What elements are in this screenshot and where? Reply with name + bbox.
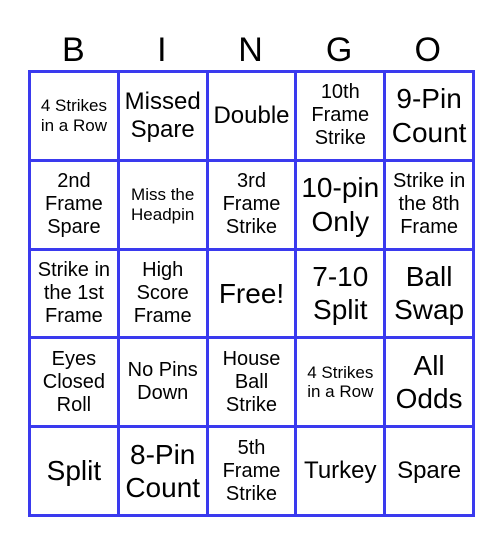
bingo-cell-text: 4 Strikes in a Row — [307, 362, 374, 402]
bingo-cell[interactable]: 2nd Frame Spare — [31, 161, 117, 248]
bingo-cell[interactable]: Split — [31, 428, 117, 514]
bingo-cell[interactable]: Ball Swap — [386, 250, 472, 337]
bingo-cell[interactable]: 3rd Frame Strike — [208, 161, 295, 248]
bingo-cell-text: Free! — [218, 277, 285, 309]
bingo-cell[interactable]: 4 Strikes in a Row — [31, 73, 117, 159]
bingo-cell[interactable]: Eyes Closed Roll — [31, 339, 117, 426]
bingo-cell[interactable]: Strike in the 1st Frame — [31, 250, 117, 337]
bingo-cell-text: Double — [213, 102, 290, 130]
bingo-cell[interactable]: Double — [208, 73, 295, 159]
bingo-cell-text: Strike in the 8th Frame — [392, 170, 466, 239]
bingo-cell-text: Strike in the 1st Frame — [37, 258, 111, 327]
bingo-cell-text: Miss the Headpin — [131, 185, 195, 224]
bingo-card-grid: 4 Strikes in a Row Missed Spare Double 10th… — [28, 70, 475, 517]
bingo-cell[interactable]: Free! — [208, 250, 295, 337]
bingo-cell-text: All Odds — [395, 349, 463, 415]
bingo-cell-text: 5th Frame Strike — [222, 436, 281, 505]
bingo-cell-text: High Score Frame — [133, 258, 192, 327]
bingo-cell[interactable]: Turkey — [297, 428, 384, 514]
bingo-cell[interactable]: 4 Strikes in a Row — [297, 339, 384, 426]
bingo-cell[interactable]: 5th Frame Strike — [208, 428, 295, 514]
bingo-cell-text: Ball Swap — [394, 260, 465, 326]
bingo-cell-text: 7-10 Split — [312, 260, 369, 326]
bingo-cell[interactable]: 9-Pin Count — [386, 73, 472, 159]
bingo-cell[interactable]: Missed Spare — [119, 73, 206, 159]
bingo-cell-text: Eyes Closed Roll — [42, 347, 106, 416]
bingo-cell-text: 10-pin Only — [301, 172, 380, 237]
bingo-cell[interactable]: High Score Frame — [119, 250, 206, 337]
bingo-cell[interactable]: Spare — [386, 428, 472, 514]
header-letter-b: B — [61, 31, 85, 69]
header-letter-g: G — [325, 31, 353, 69]
bingo-cell[interactable]: Strike in the 8th Frame — [386, 161, 472, 248]
header-letter-i: I — [157, 31, 167, 69]
bingo-header: B I N G O — [29, 28, 472, 72]
bingo-cell-text: 8-Pin Count — [125, 438, 201, 504]
bingo-cell-text: Missed Spare — [124, 88, 201, 143]
bingo-cell-text: Spare — [397, 457, 462, 485]
header-letter-n: N — [238, 31, 263, 69]
bingo-cell-text: 9-Pin Count — [391, 83, 467, 148]
header-letter-o: O — [414, 31, 441, 69]
bingo-cell-text: 3rd Frame Strike — [222, 170, 281, 239]
bingo-cell-text: Split — [46, 455, 102, 487]
bingo-cell-text: House Ball Strike — [222, 347, 281, 416]
bingo-cell[interactable]: No Pins Down — [119, 339, 206, 426]
bingo-cell[interactable]: 7-10 Split — [297, 250, 384, 337]
bingo-cell-text: 10th Frame Strike — [311, 81, 370, 150]
bingo-cell-text: No Pins Down — [127, 359, 198, 405]
bingo-cell[interactable]: 10th Frame Strike — [297, 73, 384, 159]
bingo-cell[interactable]: House Ball Strike — [208, 339, 295, 426]
bingo-cell[interactable]: 10-pin Only — [297, 161, 384, 248]
bingo-cell[interactable]: Miss the Headpin — [119, 161, 206, 248]
bingo-cell[interactable]: All Odds — [386, 339, 472, 426]
bingo-cell-text: 2nd Frame Spare — [45, 170, 103, 239]
bingo-cell[interactable]: 8-Pin Count — [119, 428, 206, 514]
bingo-cell-text: Turkey — [304, 457, 377, 485]
bingo-cell-text: 4 Strikes in a Row — [40, 96, 107, 135]
